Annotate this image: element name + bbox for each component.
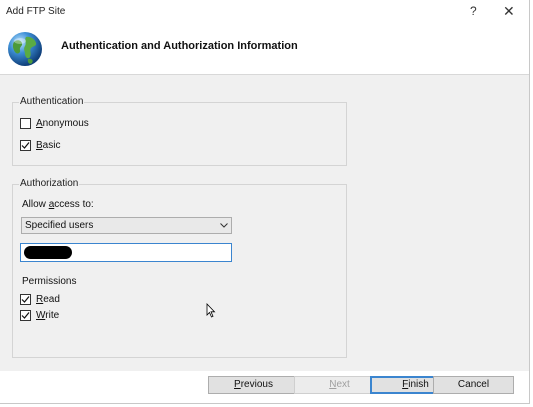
authentication-group: Authentication Anonymous Basic (12, 96, 347, 166)
wizard-footer: Previous Next Finish Cancel (0, 371, 529, 403)
permissions-label: Permissions (22, 276, 77, 287)
allow-access-label: Allow access to: (22, 199, 94, 210)
add-ftp-site-dialog: Add FTP Site ? ✕ Authentication and Auth… (0, 0, 530, 404)
help-button[interactable]: ? (470, 4, 477, 18)
title-bar: Add FTP Site ? ✕ (0, 0, 529, 24)
check-icon (21, 312, 30, 319)
write-checkbox[interactable]: Write (20, 310, 59, 321)
cancel-button[interactable]: Cancel (433, 376, 514, 394)
checkbox-box[interactable] (20, 310, 31, 321)
checkbox-box[interactable] (20, 294, 31, 305)
basic-checkbox[interactable]: Basic (20, 140, 60, 151)
allow-access-dropdown[interactable]: Specified users (21, 217, 232, 234)
window-title: Add FTP Site (6, 6, 66, 17)
chevron-down-icon (220, 223, 228, 228)
wizard-content: Authentication Anonymous Basic Authoriza… (0, 75, 529, 371)
anonymous-label: Anonymous (36, 118, 89, 129)
read-label: Read (36, 294, 60, 305)
previous-button[interactable]: Previous (208, 376, 299, 394)
write-label: Write (36, 310, 60, 321)
authorization-group: Authorization Allow access to: Specified… (12, 178, 347, 358)
check-icon (21, 142, 30, 149)
close-button[interactable]: ✕ (503, 3, 515, 20)
allow-access-selected: Specified users (25, 220, 94, 231)
anonymous-checkbox[interactable]: Anonymous (20, 118, 89, 129)
users-input[interactable] (20, 243, 232, 262)
checkbox-box[interactable] (20, 118, 31, 129)
redaction-mark (24, 246, 72, 259)
mouse-cursor-icon (206, 303, 216, 318)
authorization-legend: Authorization (19, 178, 80, 189)
basic-label: Basic (36, 140, 61, 151)
page-title: Authentication and Authorization Informa… (61, 40, 298, 52)
authentication-legend: Authentication (19, 96, 85, 107)
globe-icon (8, 32, 42, 66)
read-checkbox[interactable]: Read (20, 294, 60, 305)
wizard-header: Authentication and Authorization Informa… (0, 24, 529, 75)
check-icon (21, 296, 30, 303)
checkbox-box[interactable] (20, 140, 31, 151)
